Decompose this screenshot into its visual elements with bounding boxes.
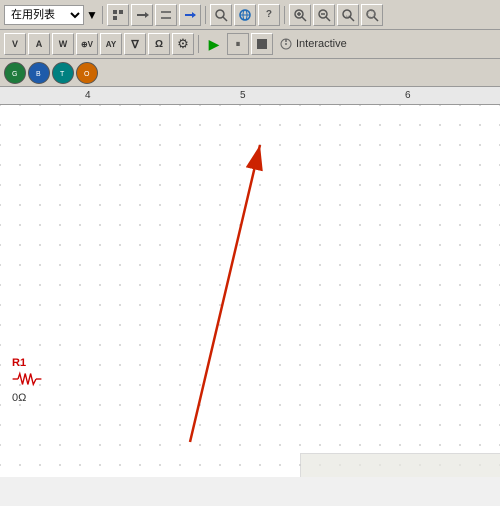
separator1 <box>102 6 103 24</box>
ruler-tick-5: 5 <box>240 90 246 101</box>
connect-button[interactable] <box>155 4 177 26</box>
component-r1[interactable]: R1 0Ω <box>12 357 42 404</box>
zoom-fit-button[interactable]: ↔ <box>337 4 359 26</box>
ammeter-button[interactable]: A <box>28 33 50 55</box>
search-button[interactable] <box>210 4 232 26</box>
icon-circle-orange[interactable]: O <box>76 62 98 84</box>
place-button[interactable] <box>107 4 129 26</box>
status-bar <box>300 453 500 477</box>
bus-button[interactable] <box>179 4 201 26</box>
ruler-tick-4: 4 <box>85 90 91 101</box>
icon-circle-blue1[interactable]: B <box>28 62 50 84</box>
svg-text:G: G <box>12 71 17 78</box>
svg-text:↔: ↔ <box>345 13 351 19</box>
component-ref-label: R1 <box>12 357 42 369</box>
separator2 <box>205 6 206 24</box>
dropdown-arrow-icon: ▼ <box>86 8 98 22</box>
ruler-horizontal: 4 5 6 <box>0 87 500 105</box>
toolbar-row2: V A W ⊕V AY ∇ Ω ⚙ ▶ ⏸ Interactive <box>0 30 500 58</box>
separator3 <box>284 6 285 24</box>
ohm-button[interactable]: Ω <box>148 33 170 55</box>
separator4 <box>198 35 199 53</box>
schematic-canvas[interactable]: 4 5 6 R1 0Ω <box>0 87 500 477</box>
svg-text:B: B <box>36 71 41 78</box>
wire-button[interactable] <box>131 4 153 26</box>
watt-button[interactable]: W <box>52 33 74 55</box>
resistor-symbol <box>12 370 42 388</box>
toolbar-row1: 在用列表 ▼ ? <box>0 0 500 30</box>
interactive-section: Interactive <box>279 37 347 51</box>
vdiff-button[interactable]: ∇ <box>124 33 146 55</box>
pause-button[interactable]: ⏸ <box>227 33 249 55</box>
interactive-icon <box>279 37 293 51</box>
zoom-out-button[interactable] <box>313 4 335 26</box>
icon-circle-green[interactable]: G <box>4 62 26 84</box>
toolbar-row3: G B T O <box>0 58 500 86</box>
ruler-tick-6: 6 <box>405 90 411 101</box>
vprobe-button[interactable]: ⊕V <box>76 33 98 55</box>
component-value-label: 0Ω <box>12 392 42 404</box>
play-button[interactable]: ▶ <box>203 33 225 55</box>
svg-text:T: T <box>60 71 65 78</box>
help-button[interactable]: ? <box>258 4 280 26</box>
dot-grid-background <box>0 105 500 477</box>
icon-circle-teal[interactable]: T <box>52 62 74 84</box>
globe-button[interactable] <box>234 4 256 26</box>
zoom-in-button[interactable] <box>289 4 311 26</box>
svg-text:O: O <box>84 71 90 78</box>
stop-button[interactable] <box>251 33 273 55</box>
ayprobe-button[interactable]: AY <box>100 33 122 55</box>
zoom-area-button[interactable] <box>361 4 383 26</box>
interactive-label: Interactive <box>296 38 347 50</box>
in-use-list-dropdown[interactable]: 在用列表 <box>4 5 84 25</box>
settings-button[interactable]: ⚙ <box>172 33 194 55</box>
voltage-button[interactable]: V <box>4 33 26 55</box>
